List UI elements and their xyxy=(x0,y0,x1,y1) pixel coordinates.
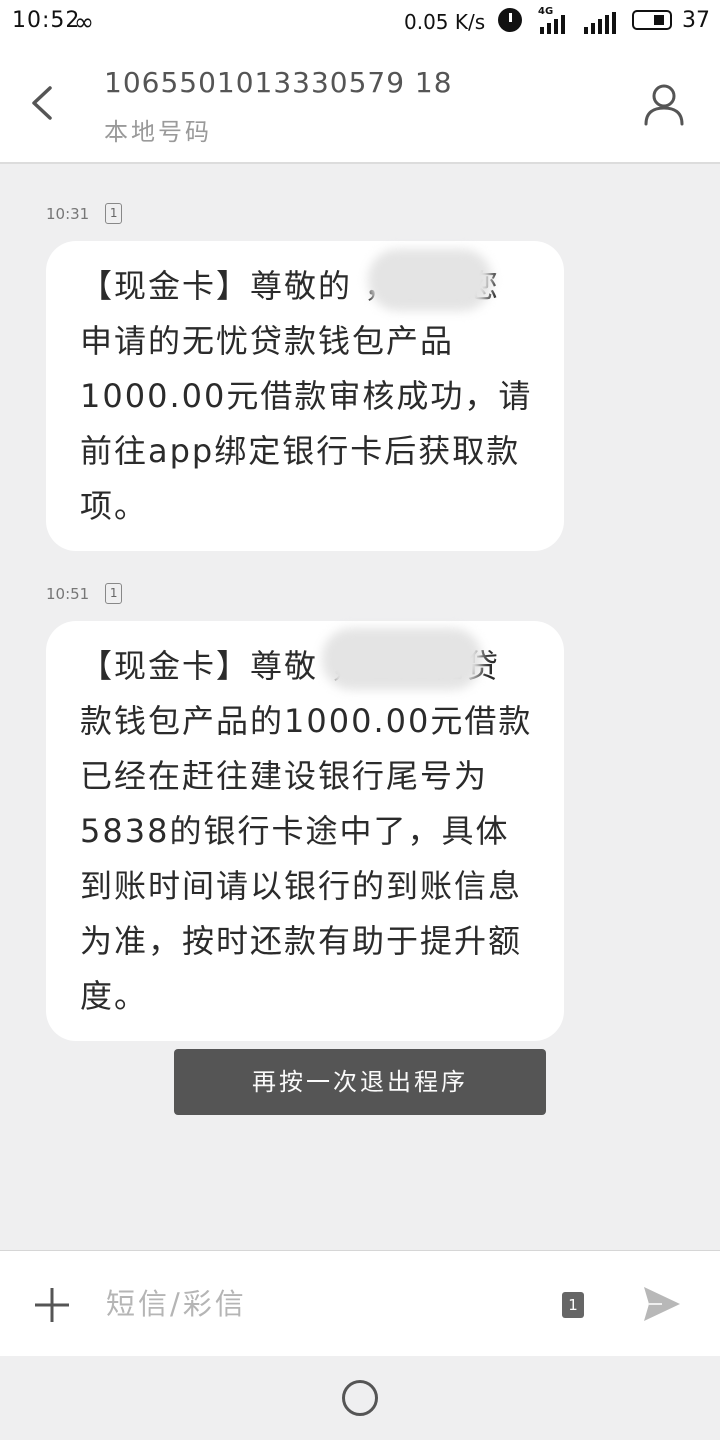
redacted-blur xyxy=(322,628,482,690)
contact-subtitle: 本地号码 xyxy=(104,118,212,146)
send-icon xyxy=(644,1287,680,1321)
battery-icon xyxy=(632,10,672,30)
battery-level: 37 xyxy=(682,8,710,33)
message-input[interactable] xyxy=(104,1273,528,1335)
sim-card-icon: 1 xyxy=(105,583,123,604)
home-circle-icon[interactable] xyxy=(342,1380,378,1416)
message-meta: 10:31 1 xyxy=(46,203,123,224)
message-time: 10:51 xyxy=(46,584,90,603)
sim-select-button[interactable]: 1 xyxy=(562,1292,584,1318)
signal-icon xyxy=(540,12,565,34)
message-text: 【现金卡】尊敬 ，您无忧贷款钱包产品的1000.00元借款已经在赶往建设银行尾号… xyxy=(80,647,533,1015)
navigation-bar xyxy=(0,1356,720,1440)
infinity-icon: ∞ xyxy=(74,8,94,36)
plus-icon xyxy=(35,1288,69,1322)
contact-profile-button[interactable] xyxy=(640,80,688,128)
message-time: 10:31 xyxy=(46,204,90,223)
add-attachment-button[interactable] xyxy=(32,1285,72,1325)
back-button[interactable] xyxy=(22,80,68,126)
person-icon xyxy=(644,84,684,126)
exit-toast: 再按一次退出程序 xyxy=(174,1049,546,1115)
message-bubble[interactable]: 【现金卡】尊敬 ，您无忧贷款钱包产品的1000.00元借款已经在赶往建设银行尾号… xyxy=(46,621,564,1041)
send-button[interactable] xyxy=(640,1283,684,1325)
chevron-left-icon xyxy=(32,86,52,120)
network-speed: 0.05 K/s xyxy=(404,10,486,34)
contact-number: 1065501013330579 18 xyxy=(104,66,453,99)
compose-bar: 1 xyxy=(0,1250,720,1357)
status-time: 10:52 xyxy=(12,8,81,33)
conversation-header: 1065501013330579 18 本地号码 xyxy=(0,44,720,164)
sim-card-icon: 1 xyxy=(105,203,123,224)
redacted-blur xyxy=(368,249,492,311)
signal-icon-2 xyxy=(584,12,616,34)
message-meta: 10:51 1 xyxy=(46,583,123,604)
status-bar: 10:52 ∞ 0.05 K/s 4G 37 xyxy=(0,0,720,44)
alarm-icon xyxy=(498,8,522,32)
